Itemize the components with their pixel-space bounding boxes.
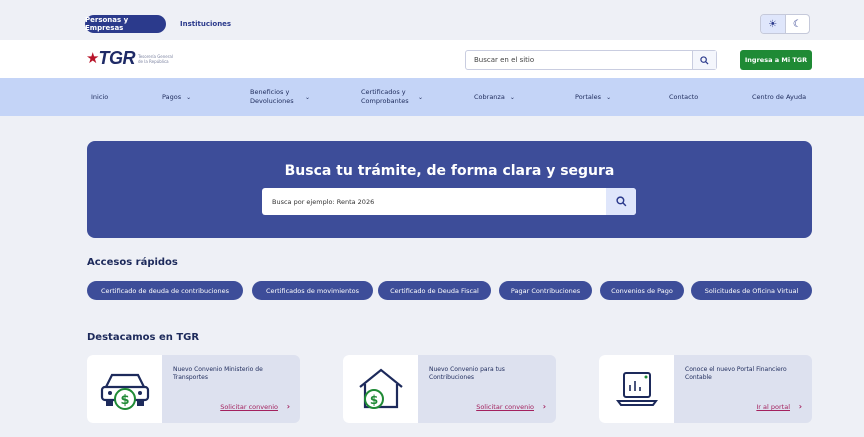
nav-item-portales[interactable]: Portales ⌄ [575, 78, 611, 116]
login-button[interactable]: Ingresa a Mi TGR [740, 50, 812, 70]
card-image: $ [343, 355, 418, 423]
card-image [599, 355, 674, 423]
dark-mode-icon[interactable]: ☾ [786, 15, 810, 33]
tramite-search [262, 188, 636, 215]
logo-subtitle: Tesorería General de la República [137, 53, 173, 64]
nav-label: Cobranza [474, 92, 505, 101]
nav-label: Certificados y Comprobantes [361, 88, 409, 105]
chevron-down-icon: ⌄ [186, 93, 192, 101]
card-text: Nuevo Convenio para tus Contribuciones [429, 366, 505, 381]
main-nav: Inicio Pagos ⌄ Beneficios y Devoluciones… [0, 78, 864, 116]
nav-item-beneficios[interactable]: Beneficios y Devoluciones ⌄ [250, 78, 310, 116]
featured-title: Destacamos en TGR [87, 332, 200, 343]
house-money-icon: $ [358, 368, 403, 409]
light-mode-icon[interactable]: ☀ [761, 15, 786, 33]
nav-label: Contacto [669, 92, 699, 101]
site-search-button[interactable] [692, 51, 716, 69]
hero-search-banner: Busca tu trámite, de forma clara y segur… [87, 141, 812, 238]
chip-certificado-deuda-fiscal[interactable]: Certificado de Deuda Fiscal [378, 281, 491, 300]
chevron-down-icon: ⌄ [509, 93, 515, 101]
hero-title: Busca tu trámite, de forma clara y segur… [284, 163, 615, 179]
tab-personas-empresas[interactable]: Personas y Empresas [85, 15, 166, 33]
chevron-right-icon: › [542, 402, 546, 411]
nav-label: Portales [575, 92, 602, 101]
top-bar: Personas y Empresas Instituciones ☀ ☾ [0, 0, 864, 40]
nav-item-cobranza[interactable]: Cobranza ⌄ [474, 78, 515, 116]
quick-access-title: Accesos rápidos [87, 257, 178, 268]
nav-item-centro-ayuda[interactable]: Centro de Ayuda [752, 78, 806, 116]
site-search [465, 50, 717, 70]
nav-label: Centro de Ayuda [752, 92, 807, 101]
chip-pagar-contribuciones[interactable]: Pagar Contribuciones [499, 281, 592, 300]
chevron-right-icon: › [798, 402, 802, 411]
search-icon [700, 55, 709, 65]
card-text: Nuevo Convenio Ministerio de Transportes [173, 366, 263, 381]
nav-item-inicio[interactable]: Inicio [91, 78, 108, 116]
tgr-logo[interactable]: ★ TGR Tesorería General de la República [86, 48, 178, 69]
tramite-search-input[interactable] [262, 188, 606, 215]
nav-label: Pagos [162, 92, 182, 101]
chevron-down-icon: ⌄ [418, 93, 424, 101]
chip-certificado-deuda-contribuciones[interactable]: Certificado de deuda de contribuciones [87, 281, 243, 300]
chip-solicitudes-oficina-virtual[interactable]: Solicitudes de Oficina Virtual [691, 281, 812, 300]
monitor-chart-icon [615, 372, 658, 406]
site-search-input[interactable] [466, 51, 692, 69]
chip-certificados-movimientos[interactable]: Certificados de movimientos [252, 281, 373, 300]
logo-text: TGR [98, 48, 135, 68]
chip-convenios-pago[interactable]: Convenios de Pago [600, 281, 684, 300]
card-link[interactable]: Ir al portal [756, 403, 790, 411]
tab-instituciones[interactable]: Instituciones [180, 15, 248, 33]
svg-text:$: $ [120, 393, 129, 408]
featured-card[interactable]: Conoce el nuevo Portal Financiero Contab… [599, 355, 812, 423]
star-icon: ★ [86, 49, 100, 67]
search-icon [615, 196, 626, 207]
chevron-down-icon: ⌄ [606, 93, 612, 101]
site-header: ★ TGR Tesorería General de la República … [0, 40, 864, 78]
svg-text:$: $ [369, 393, 377, 407]
card-image: $ [87, 355, 162, 423]
chevron-down-icon: ⌄ [305, 93, 311, 101]
nav-label: Beneficios y Devoluciones [250, 88, 294, 105]
tramite-search-button[interactable] [606, 188, 636, 215]
card-link[interactable]: Solicitar convenio [220, 403, 278, 411]
car-money-icon: $ [100, 373, 149, 410]
featured-card[interactable]: $ Nuevo Convenio para tus Contribuciones… [343, 355, 556, 423]
nav-item-certificados[interactable]: Certificados y Comprobantes ⌄ [361, 78, 423, 116]
nav-item-contacto[interactable]: Contacto [669, 78, 698, 116]
theme-toggle: ☀ ☾ [760, 14, 810, 34]
card-text: Conoce el nuevo Portal Financiero Contab… [685, 366, 787, 381]
nav-item-pagos[interactable]: Pagos ⌄ [162, 78, 191, 116]
card-link[interactable]: Solicitar convenio [476, 403, 534, 411]
chevron-right-icon: › [286, 402, 290, 411]
nav-label: Inicio [91, 92, 109, 101]
featured-card[interactable]: $ Nuevo Convenio Ministerio de Transport… [87, 355, 300, 423]
